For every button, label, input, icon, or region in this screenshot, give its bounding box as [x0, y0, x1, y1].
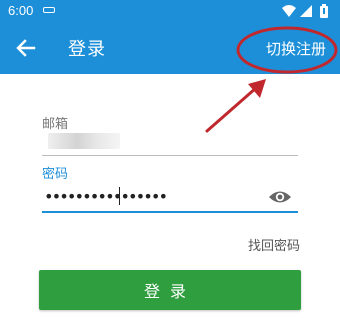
annotation-arrow	[205, 86, 258, 133]
text-caret	[119, 187, 120, 205]
app-bar: 登录 切换注册	[0, 22, 340, 74]
email-field[interactable]	[42, 130, 298, 156]
page-title: 登录	[68, 39, 106, 60]
login-button[interactable]: 登录	[39, 270, 301, 310]
password-field[interactable]: ••••••••••••••••	[42, 185, 298, 213]
annotation-arrowhead	[248, 79, 266, 98]
switch-register-button[interactable]: 切换注册	[266, 38, 326, 59]
wifi-icon	[282, 5, 296, 17]
login-button-label: 登录	[143, 282, 196, 301]
status-icons	[280, 3, 334, 19]
back-button[interactable]	[14, 36, 38, 60]
battery-icon	[320, 4, 328, 18]
forgot-password-link[interactable]: 找回密码	[248, 235, 300, 254]
arrow-left-icon	[16, 39, 36, 57]
password-label: 密码	[42, 167, 69, 182]
eye-icon[interactable]	[268, 189, 292, 205]
notification-icon	[43, 7, 55, 13]
email-value-blurred	[48, 133, 120, 149]
password-value: ••••••••••••••••	[44, 187, 168, 206]
status-bar: 6:00	[0, 0, 340, 22]
status-time: 6:00	[8, 3, 34, 18]
signal-icon	[300, 5, 312, 17]
